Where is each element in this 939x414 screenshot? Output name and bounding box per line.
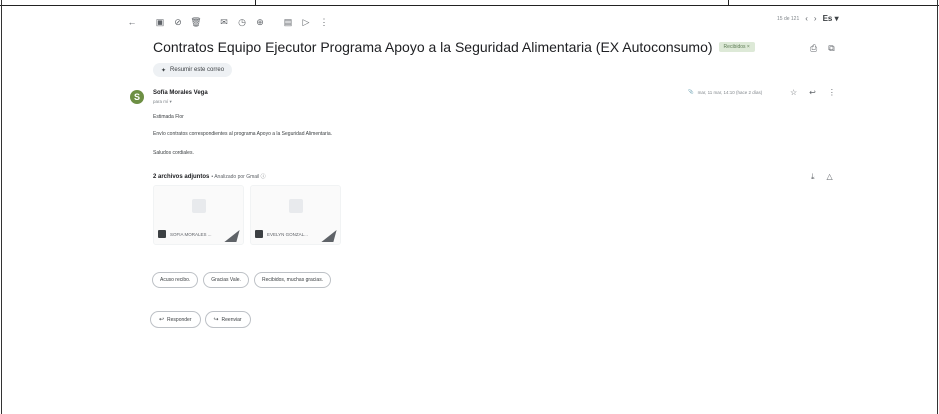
reply-button[interactable]: ↩ Responder <box>150 311 201 328</box>
window-frame-top <box>0 0 939 6</box>
attachment-name: SOFIA MORALES ... <box>170 231 212 237</box>
attachments-scan-note: • Analizado por Gmail ⓘ <box>211 174 266 180</box>
next-email-icon[interactable]: › <box>814 14 817 23</box>
attachment-name: EVELYN GONZAL... <box>267 231 308 237</box>
body-greeting: Estimada Flor <box>153 114 184 120</box>
sparkle-icon: ✦ <box>161 67 167 74</box>
email-subject: Contratos Equipo Ejecutor Programa Apoyo… <box>153 39 713 55</box>
report-spam-icon[interactable]: ⊘ <box>172 16 184 28</box>
mark-unread-icon[interactable]: ✉ <box>218 16 230 28</box>
document-icon <box>288 199 303 213</box>
attachment-preview <box>251 186 340 226</box>
star-icon[interactable]: ☆ <box>790 88 797 97</box>
attachments-title: 2 archivos adjuntos <box>153 173 210 180</box>
forward-button[interactable]: ↪ Reenviar <box>204 311 251 328</box>
open-new-window-icon[interactable]: ⧉ <box>828 43 834 54</box>
move-to-icon[interactable]: ▤ <box>282 16 294 28</box>
forward-label: Reenviar <box>221 316 242 323</box>
window-frame-left <box>1 0 2 414</box>
attachment-file-row: EVELYN GONZAL... <box>255 230 308 238</box>
document-icon <box>191 199 206 213</box>
smart-replies: Acuso recibo. Gracias Vale. Recibidos, m… <box>152 272 332 288</box>
attachment-clip-icon: 📎 <box>688 89 694 94</box>
pager: 15 de 121 ‹ › Es ▾ <box>777 14 839 23</box>
attachment-card[interactable]: SOFIA MORALES ... <box>153 185 244 245</box>
summarize-button[interactable]: ✦ Resumir este correo <box>153 63 233 77</box>
smart-reply-chip[interactable]: Acuso recibo. <box>152 272 199 288</box>
snooze-icon[interactable]: ◷ <box>236 16 248 28</box>
attachments-actions: ⤓ △ <box>811 172 833 182</box>
delete-icon[interactable]: 🗑 <box>190 16 202 28</box>
message-actions: ☆ ↩ ⋮ <box>790 88 836 97</box>
sender-name[interactable]: Sofía Morales Vega <box>153 90 208 96</box>
file-type-icon <box>255 230 263 238</box>
reply-icon: ↩ <box>159 317 165 323</box>
page-curl-icon <box>321 230 337 242</box>
more-vert-icon[interactable]: ⋮ <box>318 16 330 28</box>
avatar[interactable]: S <box>130 90 144 104</box>
download-all-icon[interactable]: ⤓ <box>811 172 815 182</box>
forward-icon: ↪ <box>213 317 219 323</box>
body-closing: Saludos cordiales. <box>153 150 194 156</box>
frame-divider <box>255 0 256 6</box>
reply-icon[interactable]: ↩ <box>809 88 816 97</box>
add-to-tasks-icon[interactable]: ⊕ <box>254 16 266 28</box>
frame-divider <box>728 0 729 6</box>
page-curl-icon <box>224 230 240 242</box>
recipient-dropdown[interactable]: para mí ▾ <box>153 99 172 105</box>
window-frame-right <box>937 0 938 414</box>
subject-row: Contratos Equipo Ejecutor Programa Apoyo… <box>153 39 755 55</box>
back-arrow-icon[interactable]: ← <box>126 16 138 28</box>
reply-actions: ↩ Responder ↪ Reenviar <box>150 311 251 328</box>
add-to-drive-icon[interactable]: △ <box>827 172 833 182</box>
archive-icon[interactable]: ▣ <box>154 16 166 28</box>
prev-email-icon[interactable]: ‹ <box>805 14 808 23</box>
reply-label: Responder <box>167 316 192 323</box>
email-toolbar: ← ▣ ⊘ 🗑 ✉ ◷ ⊕ ▤ ▷ ⋮ <box>126 14 330 30</box>
smart-reply-chip[interactable]: Recibidos, muchas gracias. <box>253 272 332 288</box>
smart-reply-chip[interactable]: Gracias Vale. <box>203 272 249 288</box>
print-icon[interactable]: ⎙ <box>810 43 817 54</box>
inbox-label-chip[interactable]: Recibidos × <box>718 42 755 52</box>
body-text: Envío contratos correspondientes al prog… <box>153 131 332 137</box>
attachment-file-row: SOFIA MORALES ... <box>158 230 212 238</box>
file-type-icon <box>158 230 166 238</box>
attachments-header: 2 archivos adjuntos • Analizado por Gmai… <box>153 173 266 181</box>
more-vert-icon[interactable]: ⋮ <box>828 88 836 97</box>
thread-actions: ⎙ ⧉ <box>810 43 835 54</box>
label-icon[interactable]: ▷ <box>300 16 312 28</box>
language-selector[interactable]: Es ▾ <box>823 14 839 23</box>
summarize-label: Resumir este correo <box>170 67 225 73</box>
email-meta: 📎 mar, 11 mar, 14:10 (hace 2 días) <box>688 89 762 95</box>
pager-count: 15 de 121 <box>777 15 800 22</box>
attachment-preview <box>154 186 243 226</box>
email-date: mar, 11 mar, 14:10 (hace 2 días) <box>697 89 763 95</box>
attachment-card[interactable]: EVELYN GONZAL... <box>250 185 341 245</box>
